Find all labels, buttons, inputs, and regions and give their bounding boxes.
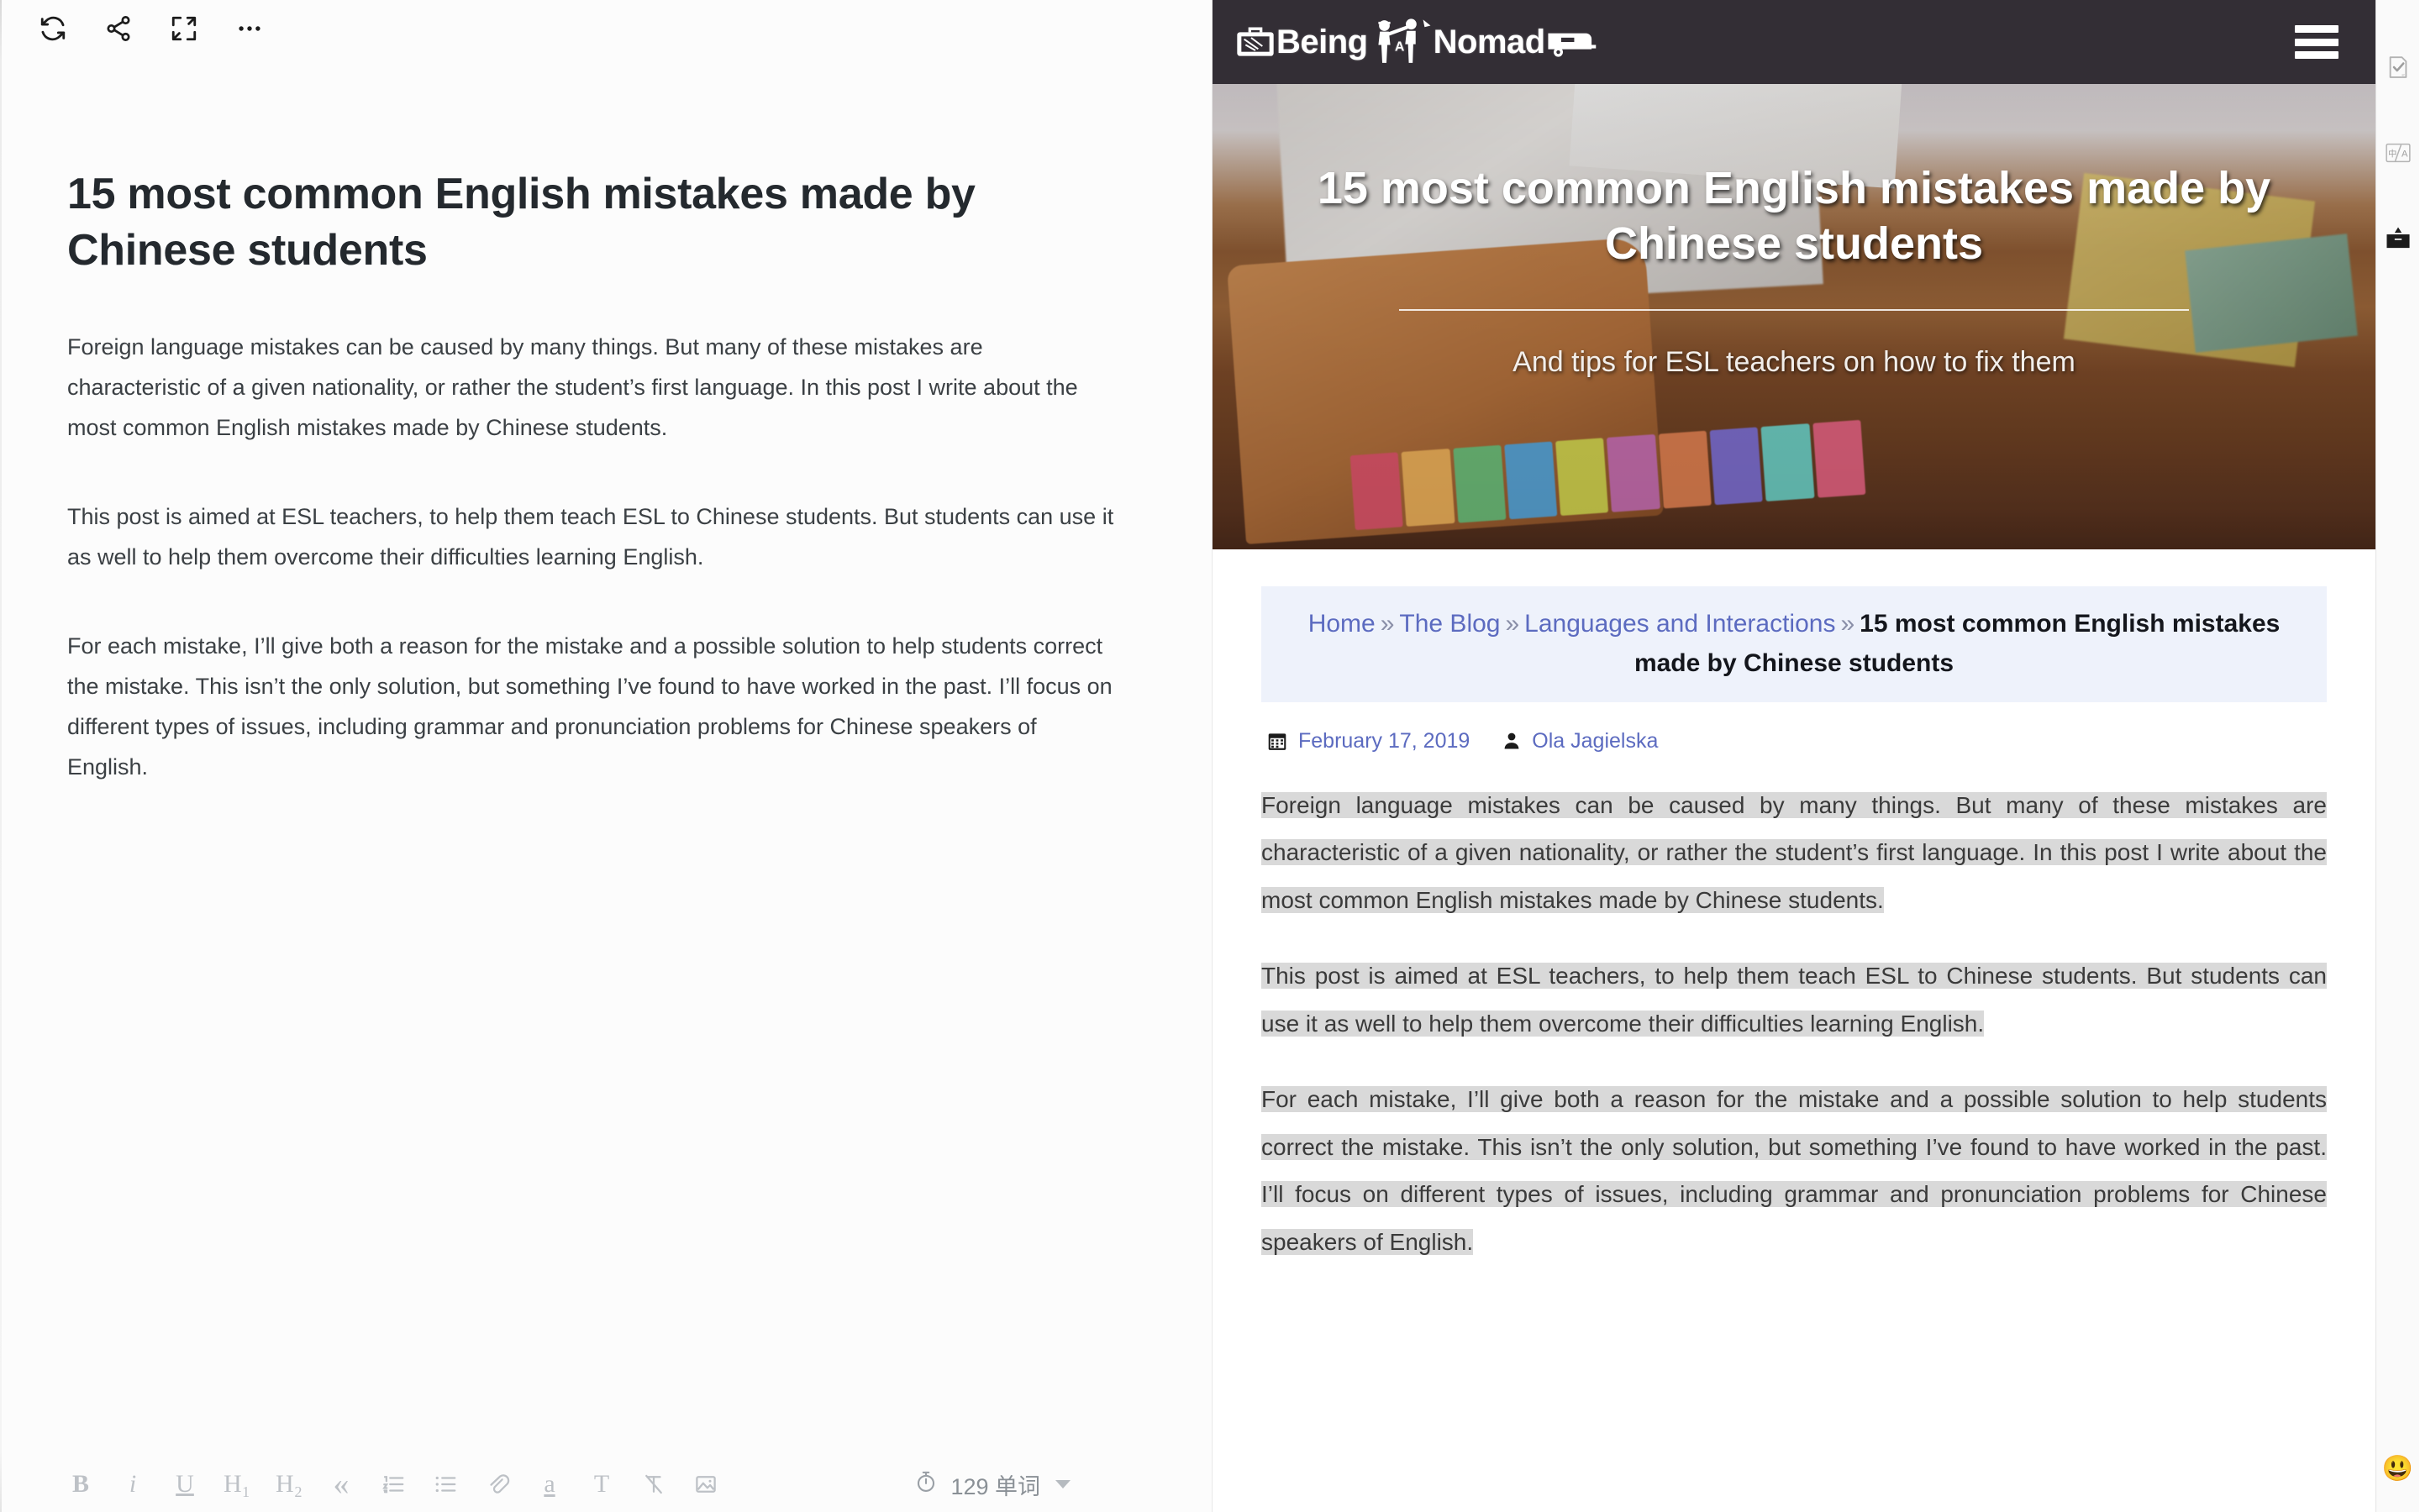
svg-text:A: A <box>2402 150 2408 160</box>
hero-banner: 15 most common English mistakes made by … <box>1213 84 2375 549</box>
breadcrumb-item-home[interactable]: Home <box>1308 610 1376 638</box>
word-count-label: 129 单词 <box>950 1473 1040 1499</box>
highlighted-text: This post is aimed at ESL teachers, to h… <box>1261 963 2327 1037</box>
bold-button[interactable]: B <box>66 1464 96 1504</box>
preview-article-body: Home» The Blog» Languages and Interactions… <box>1213 549 2375 1267</box>
right-icon-rail: 中 A 😃 <box>2376 0 2419 1512</box>
preview-pane: Being A Nomad 15 most common English mis… <box>1213 0 2376 1512</box>
preview-paragraph-2: This post is aimed at ESL teachers, to h… <box>1261 953 2327 1047</box>
svg-text:中: 中 <box>2388 149 2396 160</box>
highlighted-text: Foreign language mistakes can be caused … <box>1261 791 2327 913</box>
sync-icon[interactable] <box>20 0 86 57</box>
article-author[interactable]: Ola Jagielska <box>1532 729 1658 753</box>
logo-word-being: Being <box>1276 23 1368 60</box>
svg-text:A: A <box>1395 40 1405 55</box>
article-date[interactable]: February 17, 2019 <box>1298 729 1470 753</box>
breadcrumb-item-languages-and-interactions[interactable]: Languages and Interactions <box>1524 610 1835 638</box>
ordered-list-button[interactable] <box>378 1464 408 1504</box>
stopwatch-icon <box>913 1469 939 1500</box>
italic-button[interactable]: i <box>118 1464 148 1504</box>
article-meta: February 17, 2019 Ola Jagielska <box>1261 729 2327 753</box>
inbox-icon[interactable] <box>2380 220 2417 257</box>
emoji-indicator[interactable]: 😃 <box>2376 1454 2419 1483</box>
calendar-icon <box>1266 730 1288 752</box>
highlighted-text: For each mistake, I’ll give both a reaso… <box>1261 1086 2327 1255</box>
highlight-button[interactable]: a <box>534 1464 565 1504</box>
editor-format-toolbar: B i U H₁ H₂ « a T 129 单词 <box>0 1457 1212 1512</box>
two-people-icon: A <box>1368 18 1434 66</box>
fullscreen-icon[interactable] <box>151 0 217 57</box>
preview-paragraph-3: For each mistake, I’ll give both a reaso… <box>1261 1076 2327 1266</box>
hero-divider <box>1399 308 2189 311</box>
more-icon[interactable] <box>217 0 282 57</box>
heading-1-button[interactable]: H₁ <box>222 1464 252 1504</box>
breadcrumb-separator: » <box>1505 610 1520 638</box>
editor-pane: 15 most common English mistakes made by … <box>0 0 1213 1512</box>
breadcrumb-separator: » <box>1840 610 1855 638</box>
blockquote-button[interactable]: « <box>326 1464 356 1504</box>
logo-word-nomad: Nomad <box>1433 23 1546 60</box>
hamburger-menu-icon[interactable] <box>2295 25 2338 59</box>
breadcrumb-item-the-blog[interactable]: The Blog <box>1399 610 1500 638</box>
share-icon[interactable] <box>86 0 151 57</box>
breadcrumb-separator: » <box>1380 610 1395 638</box>
underline-button[interactable]: U <box>170 1464 200 1504</box>
site-logo[interactable]: Being A Nomad <box>1234 18 1597 66</box>
editor-paragraph-2[interactable]: This post is aimed at ESL teachers, to h… <box>67 496 1118 577</box>
editor-top-toolbar <box>0 0 1212 57</box>
breadcrumb: Home» The Blog» Languages and Interactions… <box>1261 586 2327 702</box>
word-count-control[interactable]: 129 单词 <box>913 1468 1188 1501</box>
editor-content-area[interactable]: 15 most common English mistakes made by … <box>0 57 1212 1457</box>
editor-paragraph-1[interactable]: Foreign language mistakes can be caused … <box>67 327 1118 448</box>
translate-icon[interactable]: 中 A <box>2380 134 2417 171</box>
preview-paragraph-1: Foreign language mistakes can be caused … <box>1261 782 2327 925</box>
clear-format-button[interactable] <box>639 1464 669 1504</box>
caravan-icon <box>1545 26 1597 58</box>
chevron-down-icon[interactable] <box>1055 1480 1071 1488</box>
hero-subtitle: And tips for ESL teachers on how to fix … <box>1512 345 2075 378</box>
suitcase-icon <box>1234 24 1276 60</box>
editor-paragraph-3[interactable]: For each mistake, I’ll give both a reaso… <box>67 626 1118 787</box>
link-button[interactable] <box>482 1464 513 1504</box>
document-title[interactable]: 15 most common English mistakes made by … <box>67 166 1101 278</box>
text-style-button[interactable]: T <box>587 1464 617 1504</box>
hero-text-block: 15 most common English mistakes made by … <box>1213 161 2375 379</box>
unordered-list-button[interactable] <box>430 1464 460 1504</box>
document-check-icon[interactable] <box>2380 49 2417 86</box>
site-header: Being A Nomad <box>1213 0 2375 84</box>
hero-title: 15 most common English mistakes made by … <box>1317 163 2271 269</box>
insert-image-button[interactable] <box>691 1464 721 1504</box>
user-icon <box>1502 731 1522 751</box>
app-root: 15 most common English mistakes made by … <box>0 0 2420 1512</box>
heading-2-button[interactable]: H₂ <box>274 1464 304 1504</box>
